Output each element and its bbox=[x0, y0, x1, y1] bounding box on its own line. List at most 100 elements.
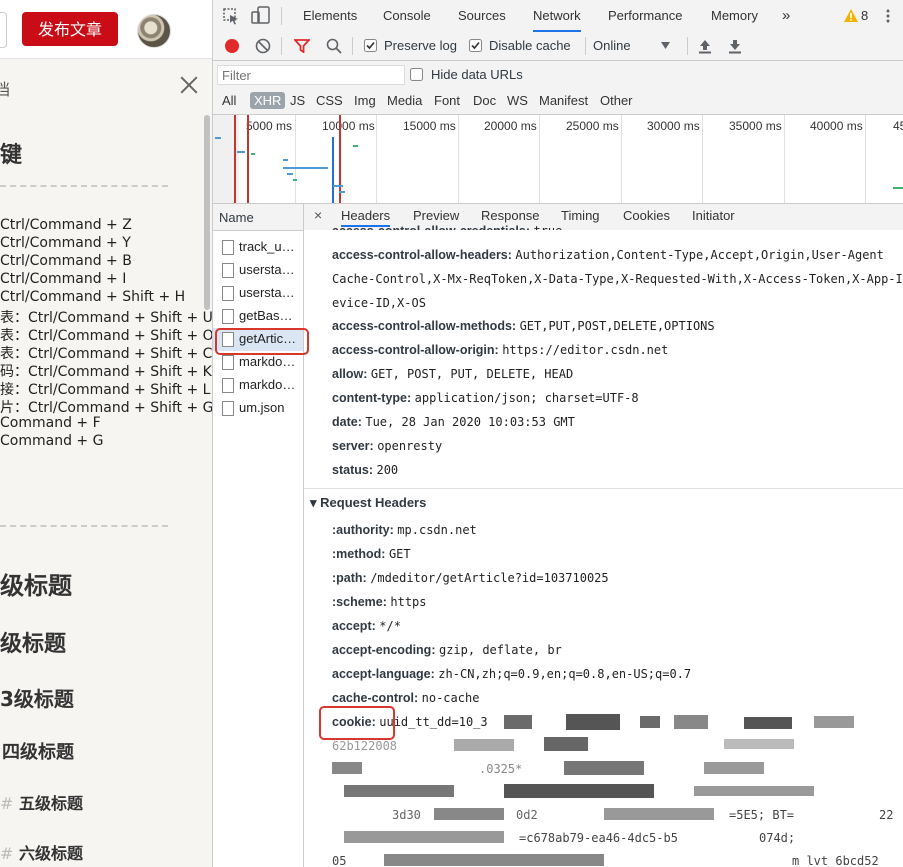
divider bbox=[281, 37, 282, 55]
kebab-menu-icon[interactable] bbox=[885, 8, 891, 24]
request-row[interactable]: getBas… bbox=[213, 305, 303, 328]
clear-icon[interactable] bbox=[255, 38, 271, 54]
filter-icon[interactable] bbox=[294, 39, 310, 53]
header-value: no-cache bbox=[421, 691, 480, 705]
title-input[interactable] bbox=[0, 12, 7, 48]
export-har-icon[interactable] bbox=[728, 39, 742, 54]
tab-console[interactable]: Console bbox=[383, 0, 431, 32]
preserve-log-label[interactable]: Preserve log bbox=[384, 38, 457, 53]
header-value: mp.csdn.net bbox=[397, 523, 477, 537]
disable-cache-label[interactable]: Disable cache bbox=[489, 38, 571, 53]
preserve-log-checkbox[interactable] bbox=[364, 39, 377, 52]
request-headers-toggle[interactable]: ▾ Request Headers bbox=[310, 495, 426, 511]
pixelated-region bbox=[434, 808, 504, 820]
network-overview-timeline[interactable]: 5000 ms 10000 ms 15000 ms 20000 ms 25000… bbox=[213, 115, 903, 204]
header-value: zh-CN,zh;q=0.9,en;q=0.8,en-US;q=0.7 bbox=[438, 667, 692, 681]
hide-data-urls-checkbox[interactable] bbox=[410, 68, 423, 81]
left-scrollbar[interactable] bbox=[204, 115, 210, 310]
request-bar bbox=[293, 179, 297, 181]
tab-elements[interactable]: Elements bbox=[303, 0, 357, 32]
divider bbox=[687, 37, 688, 55]
file-icon bbox=[222, 286, 234, 301]
header-key: server: bbox=[332, 439, 374, 453]
heading-text: 级标题 bbox=[0, 632, 67, 657]
header-value: https://editor.csdn.net bbox=[502, 343, 669, 357]
heading-hash: # bbox=[0, 844, 14, 863]
header-key: status: bbox=[332, 463, 373, 477]
throttle-select[interactable]: Online bbox=[593, 38, 631, 53]
file-icon bbox=[222, 309, 234, 324]
type-media[interactable]: Media bbox=[387, 93, 422, 108]
cookie-fragment: =c678ab79-ea46-4dc5-b5 bbox=[519, 831, 678, 845]
inspect-element-icon[interactable] bbox=[223, 8, 240, 25]
chevron-down-icon[interactable] bbox=[661, 42, 670, 49]
type-xhr[interactable]: XHR bbox=[250, 92, 286, 109]
type-all[interactable]: All bbox=[222, 93, 236, 108]
type-ws[interactable]: WS bbox=[507, 93, 528, 108]
tab-response[interactable]: Response bbox=[481, 208, 540, 223]
request-row[interactable]: track_u… bbox=[213, 236, 303, 259]
tab-sources[interactable]: Sources bbox=[458, 0, 506, 32]
request-bar bbox=[333, 185, 343, 187]
cookie-fragment: =5E5; BT= bbox=[729, 808, 795, 822]
file-icon bbox=[222, 401, 234, 416]
tab-memory[interactable]: Memory bbox=[711, 0, 758, 32]
search-icon[interactable] bbox=[326, 38, 342, 54]
avatar[interactable] bbox=[137, 14, 171, 48]
type-css[interactable]: CSS bbox=[316, 93, 343, 108]
header-value: /mdeditor/getArticle?id=103710025 bbox=[370, 571, 609, 585]
pixelated-region bbox=[504, 715, 532, 729]
shortcut-item: Ctrl/Command + Y bbox=[0, 235, 131, 251]
request-row[interactable]: markdo… bbox=[213, 374, 303, 397]
tab-cookies[interactable]: Cookies bbox=[623, 208, 670, 223]
warning-icon[interactable] bbox=[844, 9, 858, 22]
header-key: access-control-allow-methods: bbox=[332, 319, 517, 333]
more-tabs-icon[interactable]: » bbox=[782, 0, 790, 32]
pixelated-region bbox=[724, 739, 794, 749]
request-bar bbox=[215, 137, 221, 139]
close-icon[interactable] bbox=[178, 74, 200, 96]
tab-timing[interactable]: Timing bbox=[561, 208, 600, 223]
request-header-row: :method: GET bbox=[332, 547, 411, 561]
header-value: openresty bbox=[377, 439, 443, 453]
name-header-label: Name bbox=[219, 210, 254, 225]
header-value-continuation: Cache-Control,X-Mx-ReqToken,X-Data-Type,… bbox=[332, 272, 903, 286]
header-value: Authorization,Content-Type,Accept,Origin… bbox=[515, 248, 884, 262]
warning-count[interactable]: 8 bbox=[861, 0, 868, 32]
import-har-icon[interactable] bbox=[698, 39, 712, 54]
request-row[interactable]: usersta… bbox=[213, 282, 303, 305]
type-doc[interactable]: Doc bbox=[473, 93, 496, 108]
timeline-label: 5000 ms bbox=[246, 119, 293, 133]
disable-cache-checkbox[interactable] bbox=[469, 39, 482, 52]
type-img[interactable]: Img bbox=[354, 93, 376, 108]
type-manifest[interactable]: Manifest bbox=[539, 93, 588, 108]
tab-performance[interactable]: Performance bbox=[608, 0, 682, 32]
shortcut-item: 接：Ctrl/Command + Shift + L bbox=[0, 382, 211, 398]
request-row[interactable]: um.json bbox=[213, 397, 303, 420]
header-value: application/json; charset=UTF-8 bbox=[414, 391, 639, 405]
tab-initiator[interactable]: Initiator bbox=[692, 208, 735, 223]
tab-network[interactable]: Network bbox=[533, 0, 581, 32]
filter-input[interactable] bbox=[217, 65, 405, 85]
type-font[interactable]: Font bbox=[434, 93, 460, 108]
request-row[interactable]: usersta… bbox=[213, 259, 303, 282]
cookie-fragment: 22 bbox=[879, 808, 894, 822]
timeline-label: 10000 ms bbox=[322, 119, 375, 133]
close-icon[interactable]: × bbox=[314, 207, 322, 223]
hide-data-urls-label[interactable]: Hide data URLs bbox=[431, 67, 523, 82]
name-column-header[interactable]: Name bbox=[213, 204, 303, 231]
publish-button[interactable]: 发布文章 bbox=[22, 12, 118, 46]
record-icon[interactable] bbox=[224, 38, 240, 54]
heading-text: 五级标题 bbox=[18, 794, 83, 813]
scroll-mask bbox=[304, 230, 903, 236]
response-header-row: status: 200 bbox=[332, 463, 398, 477]
editor-header: 发布文章 bbox=[0, 0, 212, 59]
header-value: */* bbox=[379, 619, 401, 633]
response-header-row: access-control-allow-origin: https://edi… bbox=[332, 343, 668, 357]
type-js[interactable]: JS bbox=[290, 93, 305, 108]
tab-preview[interactable]: Preview bbox=[413, 208, 459, 223]
type-other[interactable]: Other bbox=[600, 93, 633, 108]
device-toolbar-icon[interactable] bbox=[251, 6, 271, 26]
header-key: accept-encoding: bbox=[332, 643, 436, 657]
pixelated-region bbox=[566, 714, 620, 730]
